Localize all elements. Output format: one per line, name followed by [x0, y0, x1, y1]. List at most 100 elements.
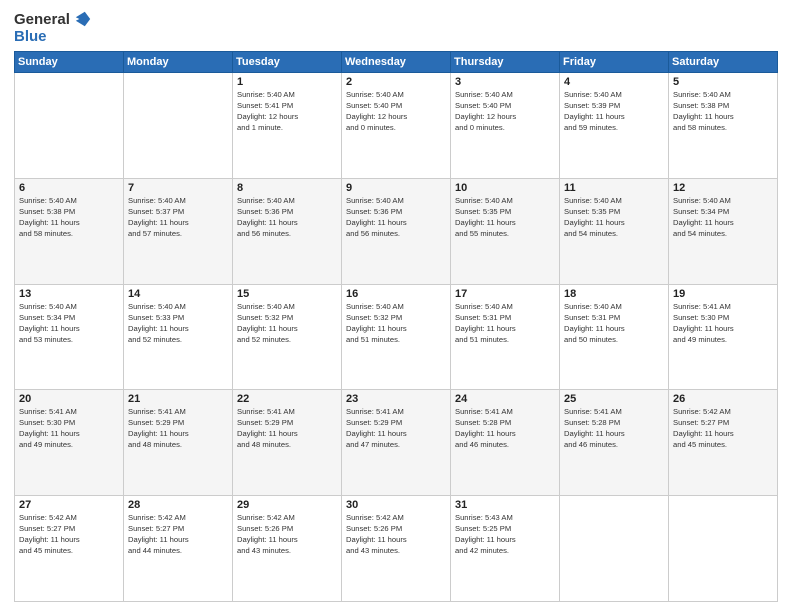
- day-cell: 16Sunrise: 5:40 AM Sunset: 5:32 PM Dayli…: [342, 284, 451, 390]
- day-number: 3: [455, 76, 555, 88]
- day-number: 15: [237, 288, 337, 300]
- day-info: Sunrise: 5:40 AM Sunset: 5:31 PM Dayligh…: [455, 301, 555, 345]
- day-info: Sunrise: 5:40 AM Sunset: 5:33 PM Dayligh…: [128, 301, 228, 345]
- day-number: 20: [19, 393, 119, 405]
- day-cell: 4Sunrise: 5:40 AM Sunset: 5:39 PM Daylig…: [560, 73, 669, 179]
- day-info: Sunrise: 5:41 AM Sunset: 5:29 PM Dayligh…: [237, 406, 337, 450]
- day-cell: 20Sunrise: 5:41 AM Sunset: 5:30 PM Dayli…: [15, 390, 124, 496]
- day-info: Sunrise: 5:42 AM Sunset: 5:26 PM Dayligh…: [237, 512, 337, 556]
- logo-general-text: General: [14, 11, 70, 28]
- day-cell: 18Sunrise: 5:40 AM Sunset: 5:31 PM Dayli…: [560, 284, 669, 390]
- day-info: Sunrise: 5:40 AM Sunset: 5:40 PM Dayligh…: [346, 89, 446, 133]
- day-number: 17: [455, 288, 555, 300]
- day-number: 4: [564, 76, 664, 88]
- day-number: 14: [128, 288, 228, 300]
- day-cell: 13Sunrise: 5:40 AM Sunset: 5:34 PM Dayli…: [15, 284, 124, 390]
- day-number: 6: [19, 182, 119, 194]
- week-row-0: 1Sunrise: 5:40 AM Sunset: 5:41 PM Daylig…: [15, 73, 778, 179]
- day-info: Sunrise: 5:40 AM Sunset: 5:32 PM Dayligh…: [237, 301, 337, 345]
- day-number: 18: [564, 288, 664, 300]
- day-info: Sunrise: 5:42 AM Sunset: 5:26 PM Dayligh…: [346, 512, 446, 556]
- day-cell: [124, 73, 233, 179]
- day-number: 27: [19, 499, 119, 511]
- day-number: 7: [128, 182, 228, 194]
- day-number: 24: [455, 393, 555, 405]
- day-header-saturday: Saturday: [669, 52, 778, 73]
- day-header-monday: Monday: [124, 52, 233, 73]
- day-number: 21: [128, 393, 228, 405]
- day-header-friday: Friday: [560, 52, 669, 73]
- day-cell: 29Sunrise: 5:42 AM Sunset: 5:26 PM Dayli…: [233, 496, 342, 602]
- day-info: Sunrise: 5:40 AM Sunset: 5:40 PM Dayligh…: [455, 89, 555, 133]
- day-info: Sunrise: 5:40 AM Sunset: 5:41 PM Dayligh…: [237, 89, 337, 133]
- day-cell: 12Sunrise: 5:40 AM Sunset: 5:34 PM Dayli…: [669, 178, 778, 284]
- day-cell: 19Sunrise: 5:41 AM Sunset: 5:30 PM Dayli…: [669, 284, 778, 390]
- day-number: 31: [455, 499, 555, 511]
- day-cell: 25Sunrise: 5:41 AM Sunset: 5:28 PM Dayli…: [560, 390, 669, 496]
- day-info: Sunrise: 5:40 AM Sunset: 5:38 PM Dayligh…: [19, 195, 119, 239]
- day-number: 28: [128, 499, 228, 511]
- day-number: 10: [455, 182, 555, 194]
- day-info: Sunrise: 5:43 AM Sunset: 5:25 PM Dayligh…: [455, 512, 555, 556]
- day-number: 30: [346, 499, 446, 511]
- day-cell: [15, 73, 124, 179]
- day-cell: 26Sunrise: 5:42 AM Sunset: 5:27 PM Dayli…: [669, 390, 778, 496]
- day-info: Sunrise: 5:40 AM Sunset: 5:37 PM Dayligh…: [128, 195, 228, 239]
- day-info: Sunrise: 5:42 AM Sunset: 5:27 PM Dayligh…: [128, 512, 228, 556]
- day-cell: 22Sunrise: 5:41 AM Sunset: 5:29 PM Dayli…: [233, 390, 342, 496]
- day-cell: 1Sunrise: 5:40 AM Sunset: 5:41 PM Daylig…: [233, 73, 342, 179]
- day-info: Sunrise: 5:40 AM Sunset: 5:36 PM Dayligh…: [346, 195, 446, 239]
- day-number: 1: [237, 76, 337, 88]
- day-cell: 23Sunrise: 5:41 AM Sunset: 5:29 PM Dayli…: [342, 390, 451, 496]
- day-info: Sunrise: 5:41 AM Sunset: 5:30 PM Dayligh…: [19, 406, 119, 450]
- day-number: 22: [237, 393, 337, 405]
- day-number: 29: [237, 499, 337, 511]
- day-info: Sunrise: 5:41 AM Sunset: 5:29 PM Dayligh…: [346, 406, 446, 450]
- day-cell: 6Sunrise: 5:40 AM Sunset: 5:38 PM Daylig…: [15, 178, 124, 284]
- calendar-table: SundayMondayTuesdayWednesdayThursdayFrid…: [14, 51, 778, 602]
- day-cell: 7Sunrise: 5:40 AM Sunset: 5:37 PM Daylig…: [124, 178, 233, 284]
- page: General Blue SundayMondayTuesdayWednesda…: [0, 0, 792, 612]
- day-info: Sunrise: 5:40 AM Sunset: 5:34 PM Dayligh…: [673, 195, 773, 239]
- day-cell: 28Sunrise: 5:42 AM Sunset: 5:27 PM Dayli…: [124, 496, 233, 602]
- week-row-1: 6Sunrise: 5:40 AM Sunset: 5:38 PM Daylig…: [15, 178, 778, 284]
- day-info: Sunrise: 5:40 AM Sunset: 5:32 PM Dayligh…: [346, 301, 446, 345]
- day-number: 26: [673, 393, 773, 405]
- day-info: Sunrise: 5:42 AM Sunset: 5:27 PM Dayligh…: [19, 512, 119, 556]
- day-cell: 30Sunrise: 5:42 AM Sunset: 5:26 PM Dayli…: [342, 496, 451, 602]
- day-header-thursday: Thursday: [451, 52, 560, 73]
- day-cell: 10Sunrise: 5:40 AM Sunset: 5:35 PM Dayli…: [451, 178, 560, 284]
- day-number: 23: [346, 393, 446, 405]
- day-number: 5: [673, 76, 773, 88]
- day-info: Sunrise: 5:40 AM Sunset: 5:35 PM Dayligh…: [564, 195, 664, 239]
- day-cell: 27Sunrise: 5:42 AM Sunset: 5:27 PM Dayli…: [15, 496, 124, 602]
- header: General Blue: [14, 10, 778, 45]
- day-info: Sunrise: 5:40 AM Sunset: 5:38 PM Dayligh…: [673, 89, 773, 133]
- day-cell: 31Sunrise: 5:43 AM Sunset: 5:25 PM Dayli…: [451, 496, 560, 602]
- day-cell: [669, 496, 778, 602]
- day-number: 19: [673, 288, 773, 300]
- day-number: 9: [346, 182, 446, 194]
- day-cell: 17Sunrise: 5:40 AM Sunset: 5:31 PM Dayli…: [451, 284, 560, 390]
- day-info: Sunrise: 5:40 AM Sunset: 5:34 PM Dayligh…: [19, 301, 119, 345]
- day-number: 12: [673, 182, 773, 194]
- day-header-wednesday: Wednesday: [342, 52, 451, 73]
- header-row: SundayMondayTuesdayWednesdayThursdayFrid…: [15, 52, 778, 73]
- week-row-3: 20Sunrise: 5:41 AM Sunset: 5:30 PM Dayli…: [15, 390, 778, 496]
- day-cell: 3Sunrise: 5:40 AM Sunset: 5:40 PM Daylig…: [451, 73, 560, 179]
- day-cell: 8Sunrise: 5:40 AM Sunset: 5:36 PM Daylig…: [233, 178, 342, 284]
- day-info: Sunrise: 5:42 AM Sunset: 5:27 PM Dayligh…: [673, 406, 773, 450]
- day-cell: 9Sunrise: 5:40 AM Sunset: 5:36 PM Daylig…: [342, 178, 451, 284]
- day-info: Sunrise: 5:41 AM Sunset: 5:30 PM Dayligh…: [673, 301, 773, 345]
- day-number: 16: [346, 288, 446, 300]
- day-cell: 15Sunrise: 5:40 AM Sunset: 5:32 PM Dayli…: [233, 284, 342, 390]
- day-info: Sunrise: 5:41 AM Sunset: 5:29 PM Dayligh…: [128, 406, 228, 450]
- day-number: 8: [237, 182, 337, 194]
- day-number: 13: [19, 288, 119, 300]
- logo: General Blue: [14, 10, 92, 45]
- day-cell: 24Sunrise: 5:41 AM Sunset: 5:28 PM Dayli…: [451, 390, 560, 496]
- day-cell: [560, 496, 669, 602]
- day-header-sunday: Sunday: [15, 52, 124, 73]
- week-row-2: 13Sunrise: 5:40 AM Sunset: 5:34 PM Dayli…: [15, 284, 778, 390]
- logo-arrow-icon: [74, 10, 92, 28]
